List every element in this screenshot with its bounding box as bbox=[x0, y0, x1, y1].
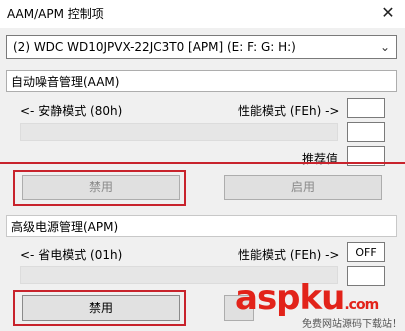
aam-header-label: 自动噪音管理(AAM) bbox=[11, 75, 120, 89]
aam-header: 自动噪音管理(AAM) bbox=[6, 70, 397, 92]
aam-perf-value-box[interactable] bbox=[347, 98, 385, 118]
aam-recommend-label: 推荐值 bbox=[302, 152, 339, 166]
aam-current-value-box[interactable] bbox=[347, 122, 385, 142]
drive-select[interactable]: (2) WDC WD10JPVX-22JC3T0 [APM] (E: F: G:… bbox=[6, 35, 397, 59]
aam-disable-button[interactable]: 禁用 bbox=[22, 175, 180, 200]
window-title: AAM/APM 控制项 bbox=[7, 7, 104, 21]
aam-slider[interactable] bbox=[20, 123, 338, 141]
apm-perf-label: 性能模式 (FEh) -> bbox=[238, 248, 340, 262]
watermark-subtitle: 免费网站源码下载站！ bbox=[302, 319, 402, 330]
chevron-down-icon: ⌄ bbox=[379, 40, 390, 54]
apm-header-label: 高级电源管理(APM) bbox=[11, 220, 119, 234]
aam-quiet-label: <- 安静模式 (80h) bbox=[20, 104, 123, 118]
highlight-line bbox=[0, 162, 405, 164]
apm-perf-value-box[interactable]: OFF bbox=[347, 242, 385, 262]
apm-header: 高级电源管理(APM) bbox=[6, 215, 397, 237]
watermark-suffix: .com bbox=[344, 297, 379, 313]
drive-select-value: (2) WDC WD10JPVX-22JC3T0 [APM] (E: F: G:… bbox=[13, 40, 296, 54]
watermark-logo: aspku.com bbox=[235, 278, 379, 318]
aam-perf-label: 性能模式 (FEh) -> bbox=[238, 104, 340, 118]
watermark-text: aspku bbox=[235, 278, 345, 318]
aam-enable-button[interactable]: 启用 bbox=[224, 175, 382, 200]
apm-disable-button[interactable]: 禁用 bbox=[22, 295, 180, 321]
close-icon[interactable]: ✕ bbox=[377, 2, 399, 24]
apm-power-label: <- 省电模式 (01h) bbox=[20, 248, 123, 262]
